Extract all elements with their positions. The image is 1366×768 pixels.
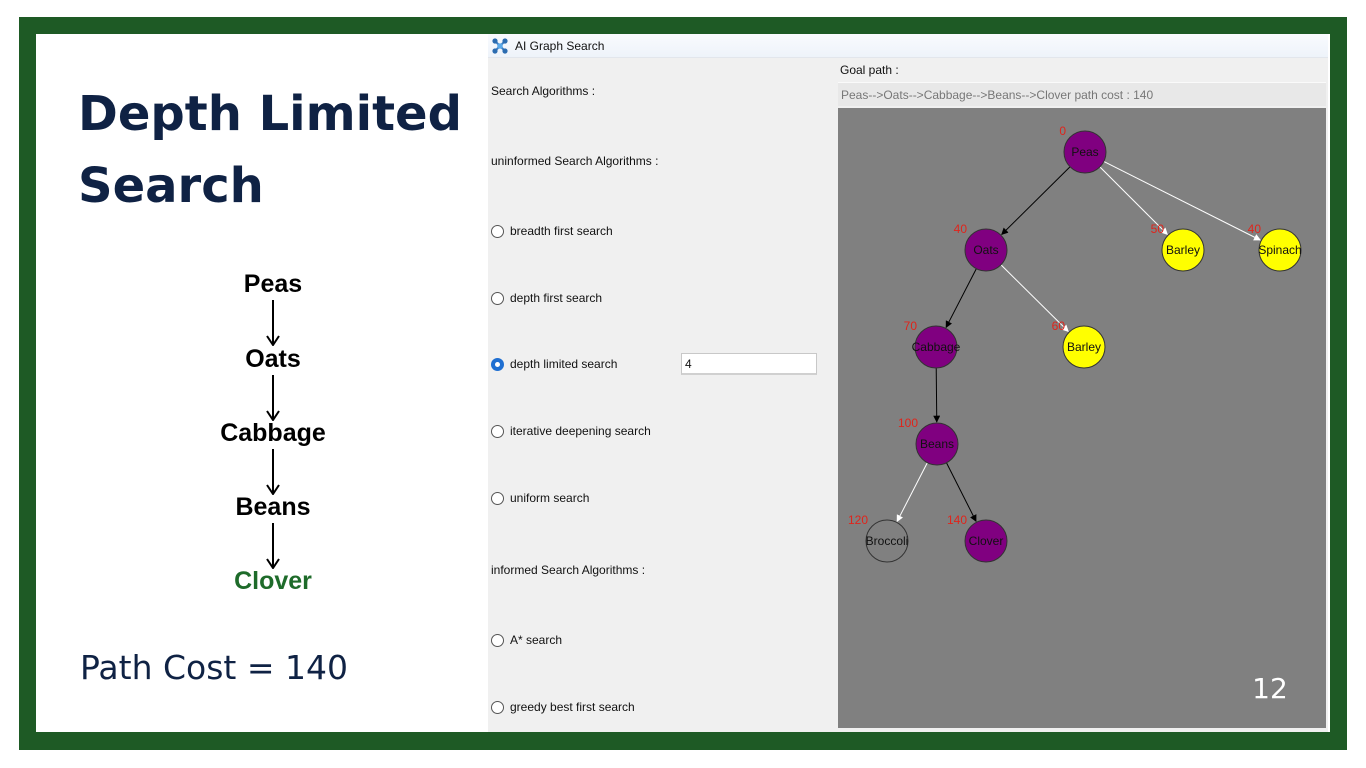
goal-path-field: Peas-->Oats-->Cabbage-->Beans-->Clover p…	[838, 82, 1326, 106]
search-tree-graph: Peas0Oats40Barley50Spinach40Cabbage70Bar…	[848, 124, 1302, 563]
slide-title: Depth Limited Search	[78, 78, 478, 222]
radio-label: uniform search	[510, 491, 590, 505]
graph-node-label: Peas	[1071, 145, 1098, 159]
graph-node-cost: 100	[898, 416, 918, 430]
slide-title-line1: Depth Limited	[78, 86, 462, 142]
radio-label: A* search	[510, 633, 563, 647]
flow-node-cabbage: Cabbage	[220, 419, 326, 447]
radio-button[interactable]	[491, 492, 504, 505]
window-title: AI Graph Search	[515, 39, 605, 53]
ai-graph-search-window: AI Graph Search Search Algorithms : unin…	[488, 34, 1328, 732]
slide-title-line2: Search	[78, 158, 264, 214]
search-algorithms-heading: Search Algorithms :	[491, 84, 596, 98]
flow-node-peas: Peas	[243, 270, 303, 298]
flow-arrow-down-icon	[266, 300, 280, 346]
goal-path-label: Goal path :	[840, 63, 899, 77]
graph-node-label: Barley	[1166, 243, 1200, 257]
flow-node-beans: Beans	[235, 493, 311, 521]
graph-edge-oats-cabbage	[945, 268, 977, 329]
radio-button[interactable]	[491, 225, 504, 238]
graph-node-label: Clover	[969, 534, 1004, 548]
graph-node-cost: 40	[954, 222, 968, 236]
radio-button-selected[interactable]	[491, 358, 504, 371]
flow-arrow-down-icon	[266, 375, 280, 421]
radio-label: depth limited search	[510, 357, 618, 371]
graph-node-cost: 140	[947, 513, 967, 527]
graph-node-label: Spinach	[1258, 243, 1301, 257]
graph-node-cost: 120	[848, 513, 868, 527]
radio-button[interactable]	[491, 425, 504, 438]
radio-label: greedy best first search	[510, 700, 635, 714]
page-number: 12	[1252, 672, 1288, 705]
graph-node-label: Broccoli	[866, 534, 909, 548]
graph-canvas[interactable]: Peas 0 Oats 40 Barley 50 Spinach 40 Cabbage 70 Bar…	[838, 108, 1326, 728]
radio-button[interactable]	[491, 634, 504, 647]
radio-label: breadth first search	[510, 224, 613, 238]
depth-limit-input[interactable]	[681, 353, 817, 375]
flow-arrow-down-icon	[266, 449, 280, 495]
flow-node-oats: Oats	[245, 345, 301, 373]
graph-node-label: Beans	[920, 437, 954, 451]
graph-node-cost: 40	[1248, 222, 1262, 236]
informed-heading: informed Search Algorithms :	[491, 563, 646, 577]
app-graph-icon	[492, 38, 508, 54]
flow-arrow-down-icon	[266, 523, 280, 569]
graph-edge-peas-oats	[1001, 166, 1071, 236]
window-titlebar[interactable]: AI Graph Search	[488, 34, 1328, 58]
radio-button[interactable]	[491, 292, 504, 305]
graph-node-label: Barley	[1067, 340, 1101, 354]
graph-node-cost: 0	[1059, 124, 1066, 138]
graph-node-cost: 60	[1052, 319, 1066, 333]
graph-edge-cabbage-beans	[933, 367, 941, 423]
graph-node-label: Oats	[973, 243, 998, 257]
radio-label: depth first search	[510, 291, 603, 305]
goal-path-text: Peas-->Oats-->Cabbage-->Beans-->Clover p…	[841, 88, 1154, 102]
radio-button[interactable]	[491, 701, 504, 714]
graph-node-label: Cabbage	[912, 340, 961, 354]
flow-node-clover: Clover	[234, 567, 312, 595]
path-cost-text: Path Cost = 140	[80, 648, 348, 687]
graph-edge-beans-broccoli	[896, 462, 928, 523]
radio-label: iterative deepening search	[510, 424, 651, 438]
graph-node-cost: 70	[904, 319, 918, 333]
graph-edge-peas-spinach	[1103, 160, 1261, 241]
graph-node-cost: 50	[1151, 222, 1165, 236]
uninformed-heading: uninformed Search Algorithms :	[491, 154, 659, 168]
